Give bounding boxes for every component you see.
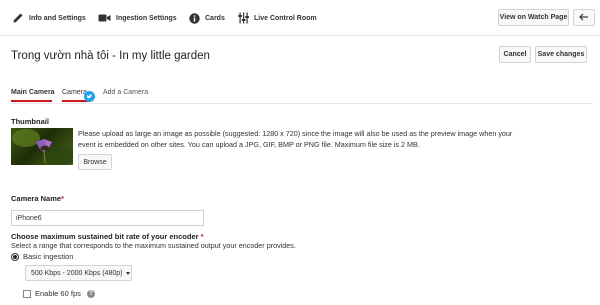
back-button[interactable] [573, 9, 595, 26]
twitter-bird-icon[interactable] [84, 89, 95, 107]
tabs-divider [11, 103, 593, 104]
tab-add-a-camera[interactable]: Add a Camera [103, 89, 148, 96]
save-changes-button[interactable]: Save changes [535, 46, 587, 63]
camera-name-required-mark: * [61, 194, 64, 203]
nav-cards-label: Cards [205, 14, 225, 22]
page-title: Trong vườn nhà tôi - In my little garden [11, 50, 210, 62]
tab-main-camera[interactable]: Main Camera [11, 89, 55, 96]
camera-name-heading: Camera Name* [11, 194, 64, 203]
cancel-button[interactable]: Cancel [499, 46, 531, 63]
view-on-watch-page-button[interactable]: View on Watch Page [498, 9, 569, 26]
basic-ingestion-label: Basic ingestion [23, 252, 74, 261]
enable-60fps-checkbox[interactable] [23, 290, 31, 298]
top-nav-bar: Info and Settings Ingestion Settings Car… [0, 0, 600, 36]
thumbnail-heading: Thumbnail [11, 117, 49, 126]
basic-ingestion-radio[interactable] [11, 253, 19, 261]
bitrate-range-dropdown[interactable]: 500 Kbps - 2000 Kbps (480p) [25, 265, 132, 281]
bitrate-subtext: Select a range that corresponds to the m… [11, 241, 296, 250]
nav-ingestion-settings[interactable]: Ingestion Settings [98, 0, 177, 36]
nav-info-and-settings[interactable]: Info and Settings [12, 0, 86, 36]
sliders-icon [238, 12, 249, 24]
pencil-icon [12, 12, 24, 24]
back-arrow-icon [579, 13, 589, 23]
nav-ingestion-settings-label: Ingestion Settings [116, 14, 177, 22]
bitrate-range-selected: 500 Kbps - 2000 Kbps (480p) [31, 269, 123, 277]
enable-60fps-label: Enable 60 fps [35, 289, 81, 298]
nav-live-control-room[interactable]: Live Control Room [238, 0, 317, 36]
camera-name-input[interactable]: iPhone6 [11, 210, 204, 226]
nav-info-and-settings-label: Info and Settings [29, 14, 86, 22]
nav-live-control-room-label: Live Control Room [254, 14, 317, 22]
thumbnail-image[interactable] [11, 128, 73, 165]
camera-icon [98, 13, 111, 23]
camera-name-label: Camera Name [11, 194, 62, 203]
help-icon[interactable]: ? [87, 290, 95, 298]
nav-cards[interactable]: Cards [189, 0, 225, 36]
tab-main-camera-underline [11, 100, 52, 102]
browse-button[interactable]: Browse [78, 154, 112, 170]
thumbnail-description: Please upload as large an image as possi… [78, 129, 513, 149]
chevron-down-icon [126, 271, 131, 275]
info-icon [189, 12, 200, 24]
